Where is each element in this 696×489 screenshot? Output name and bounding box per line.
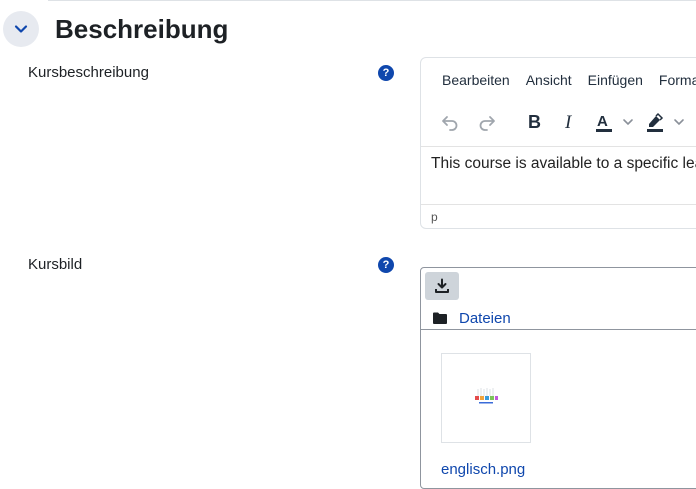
- editor-content[interactable]: This course is available to a specific l…: [431, 155, 696, 173]
- undo-button[interactable]: [435, 106, 465, 138]
- editor-statusbar: p: [421, 204, 696, 228]
- undo-icon: [442, 116, 458, 131]
- section-title: Beschreibung: [55, 14, 229, 44]
- svg-text:A: A: [597, 113, 608, 130]
- element-path[interactable]: p: [431, 210, 438, 224]
- question-icon[interactable]: ?: [378, 257, 394, 273]
- chevron-down-icon: [14, 25, 28, 33]
- image-thumbnail: [475, 388, 498, 404]
- file-thumbnail[interactable]: [441, 353, 531, 443]
- toolbar-divider: [421, 146, 696, 147]
- menu-format[interactable]: Format: [651, 66, 696, 94]
- menu-insert[interactable]: Einfügen: [580, 66, 651, 94]
- italic-button[interactable]: I: [554, 106, 584, 138]
- bold-icon: B: [528, 112, 541, 132]
- text-color-button[interactable]: A: [589, 106, 619, 138]
- file-name-link[interactable]: englisch.png: [441, 461, 525, 478]
- text-color-dropdown[interactable]: [621, 106, 635, 138]
- chevron-down-icon: [623, 119, 633, 126]
- highlight-color-dropdown[interactable]: [672, 106, 686, 138]
- highlight-color-button[interactable]: [640, 106, 670, 138]
- rich-text-editor: Bearbeiten Ansicht Einfügen Format B I: [420, 57, 696, 229]
- redo-icon: [479, 116, 495, 131]
- download-button[interactable]: [425, 272, 459, 300]
- highlight-color-icon: [647, 112, 664, 132]
- download-icon: [435, 278, 449, 293]
- menu-view[interactable]: Ansicht: [518, 66, 580, 94]
- folder-icon: [433, 312, 447, 324]
- redo-button[interactable]: [472, 106, 502, 138]
- svg-text:I: I: [564, 112, 573, 132]
- file-manager-divider: [421, 329, 696, 330]
- editor-toolbar: B I A: [421, 104, 696, 140]
- bold-button[interactable]: B: [519, 106, 549, 138]
- editor-menubar: Bearbeiten Ansicht Einfügen Format: [421, 66, 696, 94]
- file-manager: Dateien englisch.png: [420, 267, 696, 489]
- italic-icon: I: [564, 112, 573, 132]
- course-description-label: Kursbeschreibung: [28, 64, 149, 81]
- svg-text:B: B: [528, 112, 541, 132]
- section-collapse-button[interactable]: [3, 11, 39, 47]
- chevron-down-icon: [674, 119, 684, 126]
- menu-edit[interactable]: Bearbeiten: [434, 66, 518, 94]
- file-path-bar: Dateien: [433, 308, 511, 328]
- question-icon[interactable]: ?: [378, 65, 394, 81]
- folder-path-link[interactable]: Dateien: [459, 310, 511, 327]
- section-divider: [48, 0, 696, 1]
- text-color-icon: A: [596, 113, 612, 132]
- course-image-label: Kursbild: [28, 256, 83, 273]
